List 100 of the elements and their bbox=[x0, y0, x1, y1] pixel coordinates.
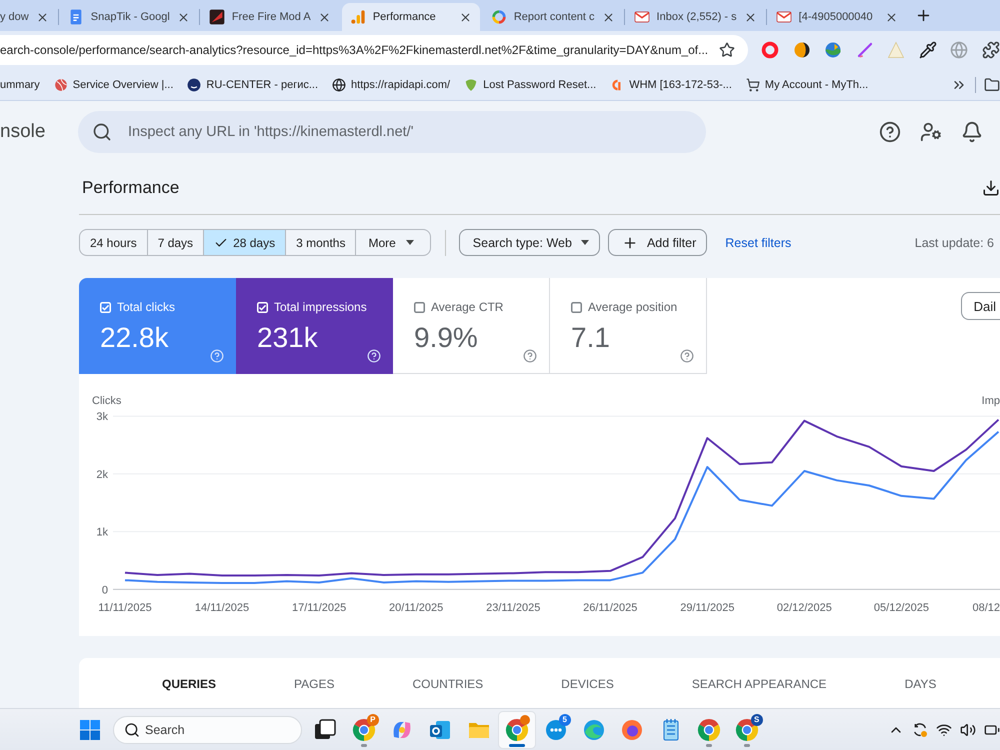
add-filter-button[interactable]: Add filter bbox=[608, 229, 708, 256]
star-icon[interactable] bbox=[719, 42, 735, 58]
bookmark-link[interactable]: ummary bbox=[0, 78, 40, 90]
date-range-button[interactable]: 28 days bbox=[203, 230, 286, 255]
browser-tab[interactable]: Report content c bbox=[482, 3, 623, 31]
report-tab[interactable]: DEVICES bbox=[522, 674, 653, 694]
close-icon[interactable] bbox=[602, 10, 615, 24]
bell-icon[interactable] bbox=[961, 120, 983, 142]
close-icon[interactable] bbox=[458, 10, 472, 24]
cart-icon bbox=[746, 78, 760, 92]
close-icon[interactable] bbox=[36, 10, 49, 24]
tick-label: 3k bbox=[96, 411, 108, 424]
profile-badge: 5 bbox=[558, 714, 571, 726]
eyedropper-icon[interactable] bbox=[918, 41, 936, 59]
date-range-button[interactable]: 3 months bbox=[285, 230, 356, 255]
close-icon[interactable] bbox=[318, 10, 331, 24]
metric-value: 7.1 bbox=[571, 322, 610, 354]
taskbar-app-button[interactable] bbox=[498, 710, 536, 748]
wifi-icon[interactable] bbox=[936, 722, 952, 738]
person-gear-icon[interactable] bbox=[920, 120, 942, 142]
close-icon[interactable] bbox=[744, 10, 757, 24]
tick-label: 0 bbox=[102, 584, 108, 596]
shield-icon bbox=[464, 78, 478, 92]
tick-label: 26/11/2025 bbox=[583, 602, 638, 614]
bookmark-link[interactable]: Lost Password Reset... bbox=[464, 78, 596, 92]
report-tab[interactable]: SEARCH APPEARANCE bbox=[652, 674, 866, 694]
bar-chart-icon bbox=[350, 9, 366, 25]
close-icon[interactable] bbox=[176, 10, 190, 24]
checkbox[interactable] bbox=[571, 302, 582, 312]
ring-icon[interactable] bbox=[761, 41, 779, 59]
browser-icon bbox=[352, 718, 376, 742]
granularity-button[interactable]: Dail bbox=[960, 292, 1000, 320]
browser-tab[interactable]: Inbox (2,552) - s bbox=[626, 3, 765, 31]
tick-label: 20/11/2025 bbox=[389, 602, 444, 614]
sync-icon[interactable] bbox=[912, 722, 928, 738]
start-icon[interactable] bbox=[80, 720, 100, 740]
metric-card[interactable]: Average position 7.1 bbox=[550, 278, 707, 374]
address-field[interactable]: earch-console/performance/search-analytics?resource_id=https%3A%2F%2Fkinemasterdl.net%2F&time_granularity=DAY&num_of... bbox=[0, 35, 748, 65]
tick-label: 08/12 bbox=[972, 602, 1000, 614]
tick-label: 1k bbox=[96, 526, 108, 539]
checkbox[interactable] bbox=[414, 302, 425, 312]
tick-label: 29/11/2025 bbox=[680, 602, 734, 614]
bookmark-link[interactable]: https://rapidapi.com/ bbox=[332, 78, 450, 92]
metric-label: Total clicks bbox=[117, 300, 176, 314]
browser-tab[interactable]: SnapTik - Googl bbox=[60, 3, 198, 31]
tick-label: 14/11/2025 bbox=[194, 602, 250, 614]
reset-filters-link[interactable]: Reset filters bbox=[725, 236, 792, 250]
report-tab[interactable]: QUERIES bbox=[123, 674, 256, 694]
game-thumbnail-icon bbox=[208, 9, 225, 25]
pen-icon[interactable] bbox=[856, 41, 874, 59]
puzzle-icon[interactable] bbox=[982, 41, 1000, 59]
document-icon bbox=[68, 9, 84, 25]
tick-label: 17/11/2025 bbox=[292, 602, 346, 614]
close-icon[interactable] bbox=[884, 10, 898, 24]
overlapping-squares-icon bbox=[313, 718, 338, 742]
search-icon bbox=[124, 722, 140, 738]
browser-tab[interactable]: Free Fire Mod A bbox=[200, 3, 339, 31]
report-tab[interactable]: DAYS bbox=[866, 674, 976, 694]
split-circle-icon[interactable] bbox=[792, 41, 810, 59]
browser-icon bbox=[697, 718, 722, 742]
bookmark-link[interactable]: RU-CENTER - регис... bbox=[187, 78, 318, 92]
last-update-text: Last update: 6 bbox=[914, 236, 994, 250]
search-field[interactable]: Inspect any URL in 'https://kinemasterdl.net/' bbox=[78, 110, 706, 152]
bookmark-link[interactable]: Service Overview |... bbox=[54, 78, 174, 92]
browser-icon bbox=[505, 718, 530, 742]
metric-label: Average CTR bbox=[431, 300, 504, 314]
axis-title: Imp bbox=[982, 395, 1000, 407]
tick-label: 2k bbox=[96, 468, 108, 481]
download-icon[interactable] bbox=[982, 179, 1000, 197]
app-title: nsole bbox=[0, 120, 46, 142]
report-tab[interactable]: PAGES bbox=[255, 674, 374, 694]
tick-label: 02/12/2025 bbox=[776, 602, 832, 614]
taskbar-search-field[interactable]: Search bbox=[113, 716, 302, 744]
taskbar-app-button[interactable]: 5 bbox=[536, 710, 575, 748]
date-range-button[interactable]: 24 hours bbox=[80, 230, 147, 255]
tick-label: 23/11/2025 bbox=[486, 602, 540, 614]
chat-bubble-icon bbox=[544, 718, 568, 742]
metric-card[interactable]: Average CTR 9.9% bbox=[393, 278, 550, 374]
more-button[interactable]: More bbox=[355, 230, 430, 255]
flame-circle-icon bbox=[620, 718, 644, 742]
search-type-button[interactable]: Search type: Web bbox=[458, 229, 600, 256]
help-icon[interactable] bbox=[879, 120, 901, 142]
bookmark-link[interactable]: WHM [163-172-53-... bbox=[610, 78, 732, 92]
wave-circle-icon bbox=[582, 718, 606, 742]
report-tab[interactable]: COUNTRIES bbox=[373, 674, 522, 694]
taskbar-app-button[interactable]: S bbox=[728, 710, 767, 748]
folder-icon[interactable] bbox=[984, 76, 1000, 92]
browser-tab[interactable]: [4-4905000040 bbox=[768, 3, 906, 31]
search-icon bbox=[92, 122, 112, 142]
caret-icon bbox=[580, 240, 589, 245]
bookmark-link[interactable]: My Account - MyTh... bbox=[746, 78, 868, 92]
metric-value: 9.9% bbox=[414, 322, 478, 354]
browser-tab[interactable]: y dow bbox=[0, 3, 57, 31]
metric-value: 22.8k bbox=[100, 322, 168, 354]
browser-tab[interactable]: Performance bbox=[342, 3, 480, 31]
volume-icon[interactable] bbox=[960, 722, 976, 738]
globe-icon bbox=[332, 78, 346, 92]
envelope-icon bbox=[776, 9, 792, 25]
envelope-icon bbox=[634, 9, 650, 25]
axis-title: Clicks bbox=[92, 395, 122, 407]
